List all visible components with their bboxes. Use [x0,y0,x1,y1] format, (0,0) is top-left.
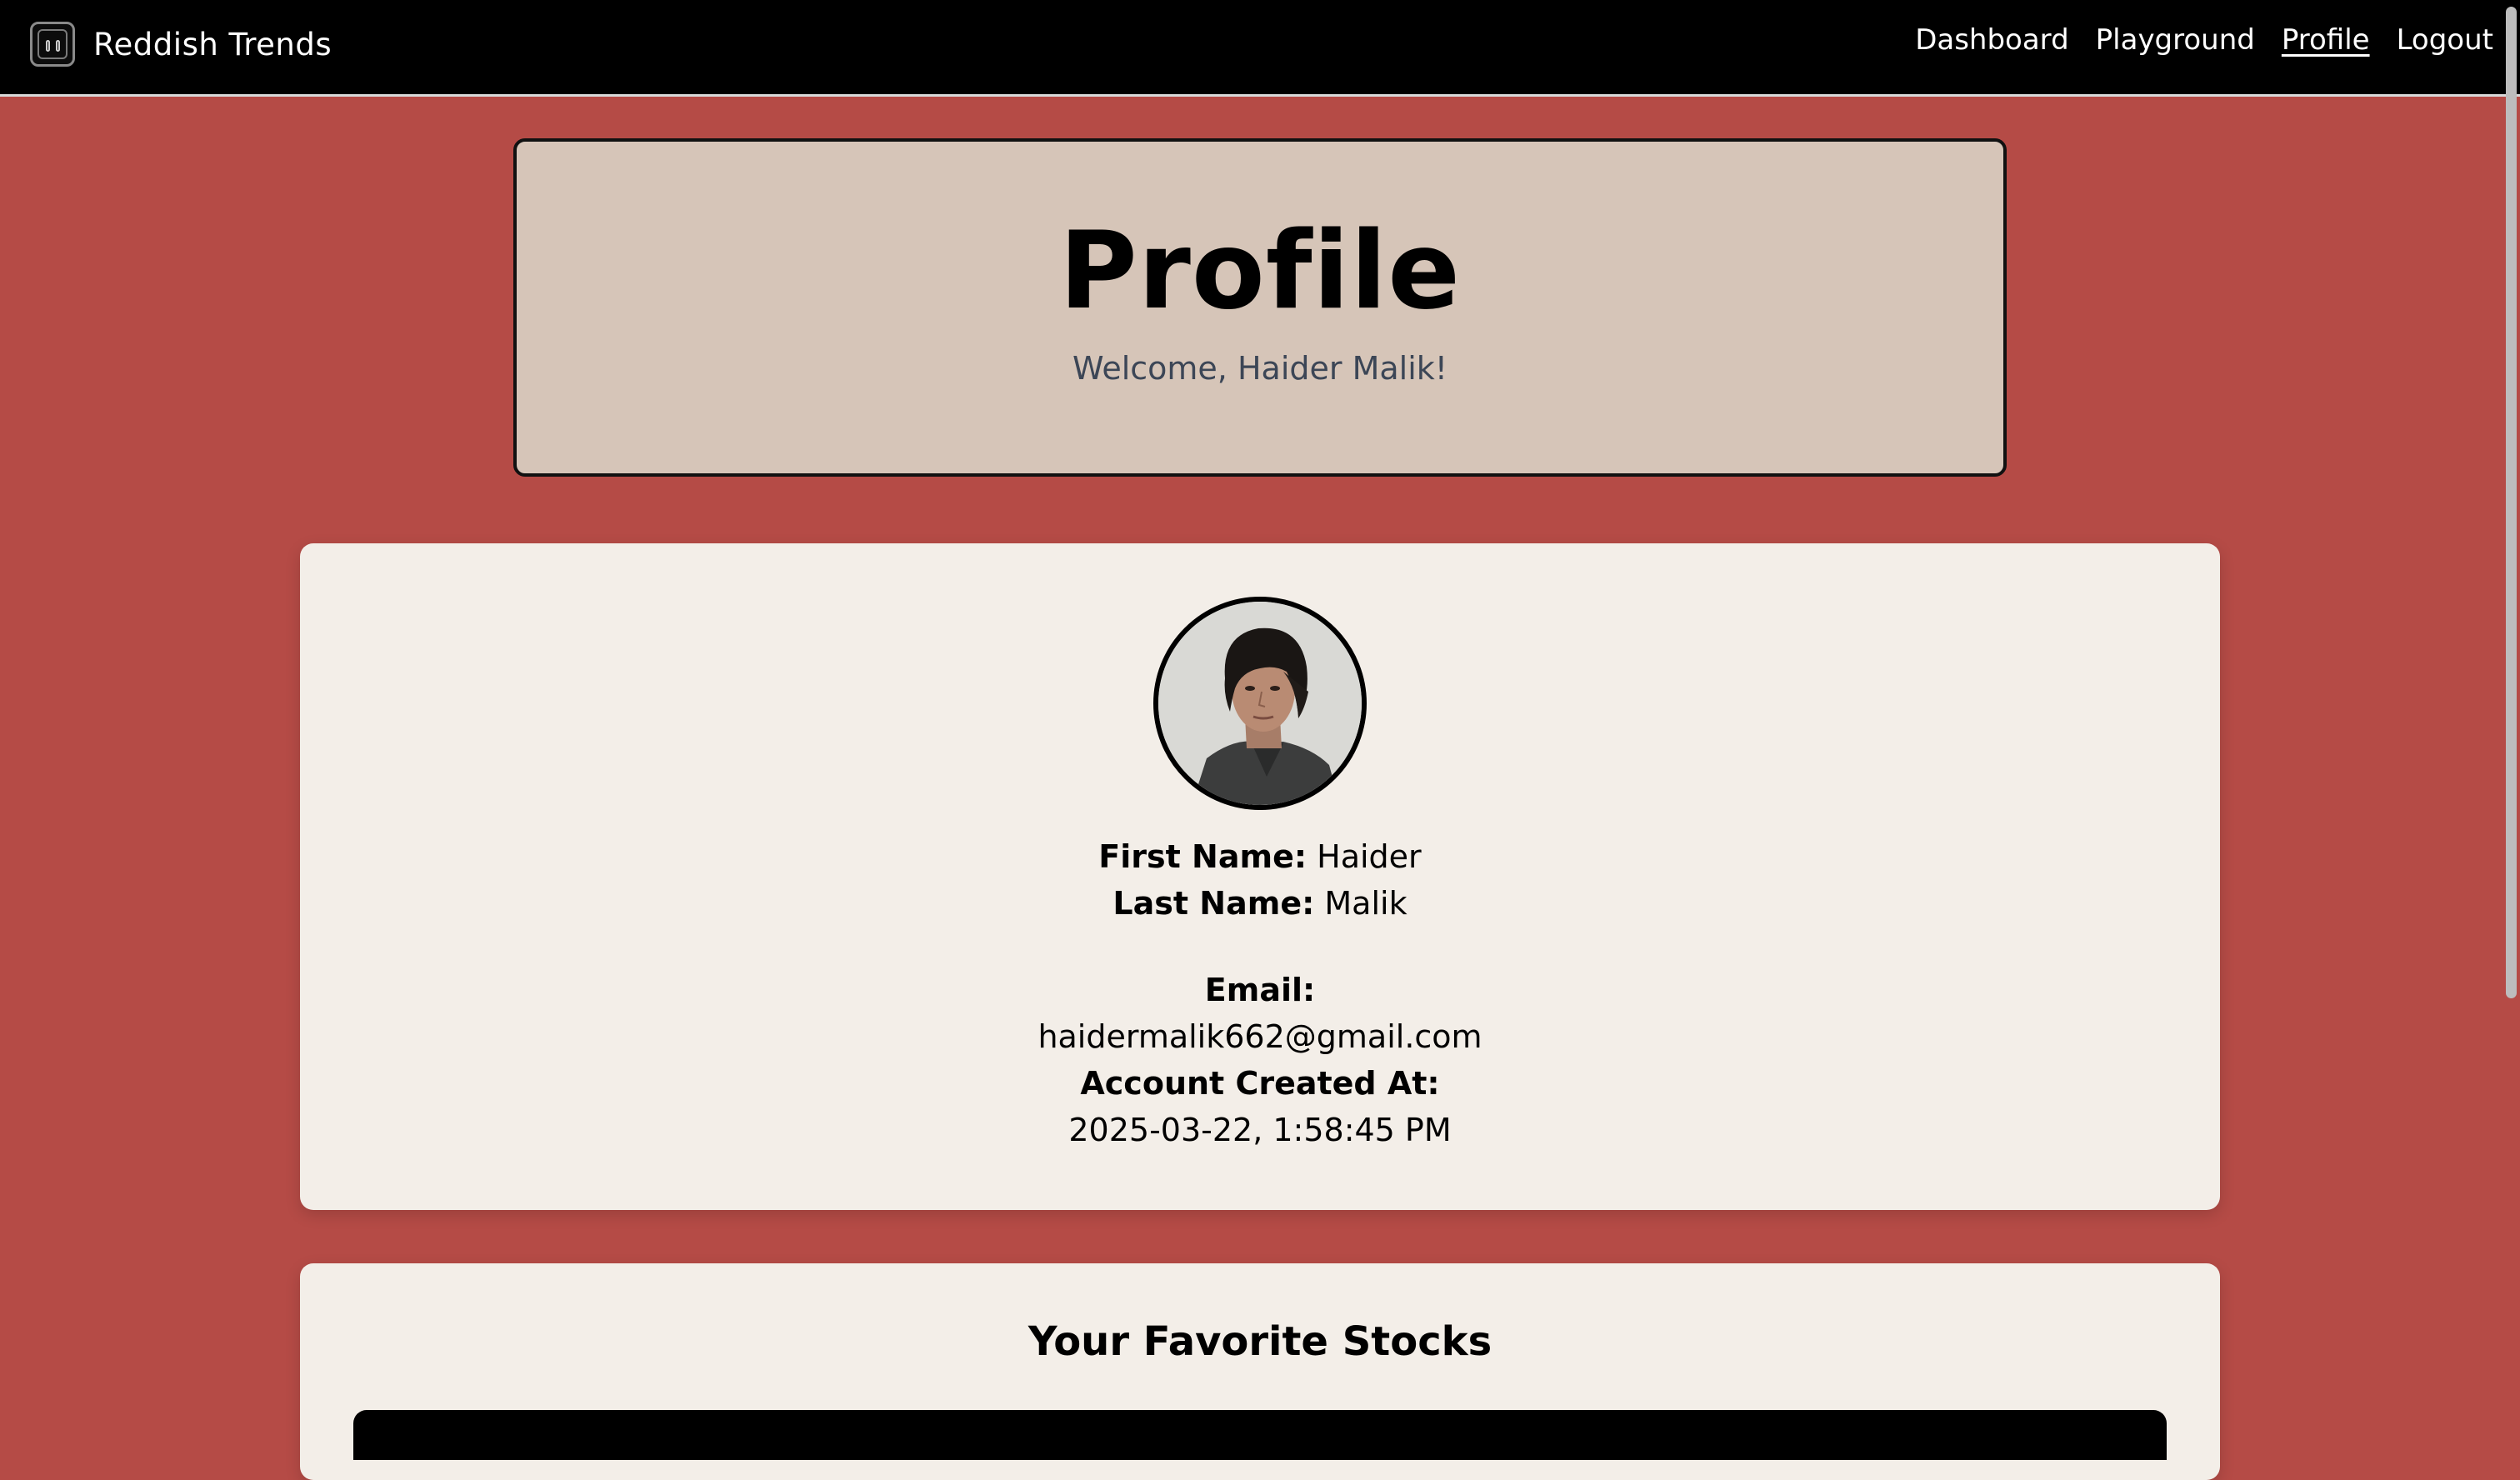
nav-link-profile[interactable]: Profile [2282,23,2370,57]
nav-link-dashboard[interactable]: Dashboard [1915,23,2068,57]
stocks-table-header [353,1410,2167,1460]
brand-name: Reddish Trends [93,26,332,62]
last-name-label: Last Name: [1112,885,1315,922]
created-at-value: 2025-03-22, 1:58:45 PM [1068,1112,1452,1148]
first-name-label: First Name: [1098,838,1308,875]
top-navbar: Reddish Trends Dashboard Playground Prof… [0,0,2520,97]
favorite-stocks-card: Your Favorite Stocks [300,1263,2220,1480]
email-value: haidermalik662@gmail.com [1038,1018,1482,1055]
email-label-text: Email: [1204,972,1316,1008]
page-title: Profile [1058,209,1462,333]
reddish-logo-icon [30,22,75,67]
created-at-label-text: Account Created At: [1080,1065,1440,1102]
nav-link-playground[interactable]: Playground [2096,23,2255,57]
brand-link[interactable]: Reddish Trends [30,20,332,68]
nav-links: Dashboard Playground Profile Logout [1915,23,2493,57]
email-label: Email: [300,967,2220,1013]
first-name-value: Haider [1317,838,1422,875]
page-scrollbar[interactable] [2500,0,2520,1431]
favorite-stocks-title: Your Favorite Stocks [1028,1318,1492,1365]
scrollbar-thumb[interactable] [2506,7,2517,998]
first-name-row: First Name: Haider [300,833,2220,880]
avatar [1153,597,1367,810]
nav-link-logout[interactable]: Logout [2397,23,2493,57]
last-name-value: Malik [1324,885,1408,922]
user-avatar-photo [1158,602,1362,805]
created-at-label: Account Created At: [300,1060,2220,1107]
profile-header-card: Profile Welcome, Haider Malik! [513,138,2007,477]
welcome-message: Welcome, Haider Malik! [1072,350,1448,387]
last-name-row: Last Name: Malik [300,880,2220,927]
profile-info-card: First Name: Haider Last Name: Malik Emai… [300,543,2220,1210]
